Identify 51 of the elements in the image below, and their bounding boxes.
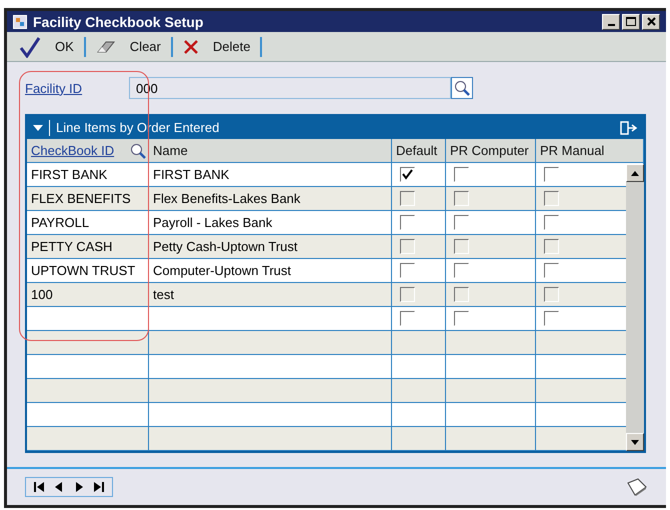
table-cell: test [149, 283, 392, 307]
ok-button[interactable]: OK [13, 34, 80, 60]
checkbox[interactable] [454, 287, 469, 302]
app-icon [13, 14, 27, 29]
minimize-button[interactable] [602, 14, 620, 30]
checkbox[interactable] [400, 191, 415, 206]
table-cell: Computer-Uptown Trust [149, 259, 392, 283]
lookup-button[interactable] [451, 77, 473, 99]
close-icon [646, 17, 656, 26]
checkbox[interactable] [544, 239, 559, 254]
maximize-icon [626, 17, 636, 26]
scroll-up-button[interactable] [626, 164, 644, 182]
down-arrow-icon [631, 440, 639, 444]
table-cell: FLEX BENEFITS [27, 187, 149, 211]
checkbox[interactable] [400, 287, 415, 302]
checkbox[interactable] [454, 239, 469, 254]
table-cell: Payroll - Lakes Bank [149, 211, 392, 235]
table-cell: Petty Cash-Uptown Trust [149, 235, 392, 259]
maximize-button[interactable] [622, 14, 640, 30]
last-icon [93, 481, 105, 493]
minimize-icon [608, 24, 614, 26]
table-cell: PETTY CASH [27, 235, 149, 259]
checkbox[interactable] [454, 191, 469, 206]
up-arrow-icon [631, 170, 639, 176]
search-icon [454, 80, 470, 96]
clear-button[interactable]: Clear [90, 34, 167, 60]
column-header: Name [149, 139, 392, 163]
window-title: Facility Checkbook Setup [33, 14, 204, 30]
checkbox[interactable] [544, 191, 559, 206]
first-icon [33, 481, 45, 493]
delete-x-icon [182, 38, 199, 55]
expand-columns-icon[interactable] [620, 120, 638, 134]
column-header: PR Manual [536, 139, 644, 163]
scroll-down-button[interactable] [626, 433, 644, 451]
checkbox[interactable] [544, 287, 559, 302]
checkbox[interactable] [400, 239, 415, 254]
column-header: Default [392, 139, 446, 163]
search-icon [130, 142, 146, 158]
close-button[interactable] [642, 14, 660, 30]
table-cell: 100 [27, 283, 149, 307]
delete-button[interactable]: Delete [176, 34, 256, 60]
checkmark-icon [402, 169, 413, 180]
checkmark-icon [19, 36, 41, 58]
table-cell: Flex Benefits-Lakes Bank [149, 187, 392, 211]
scrollbar[interactable] [626, 164, 644, 451]
table-cell: FIRST BANK [149, 163, 392, 187]
facility-id-link[interactable]: Facility ID [25, 80, 129, 96]
column-header: PR Computer [446, 139, 536, 163]
left-arrow-icon [53, 481, 65, 493]
dropdown-triangle-icon[interactable] [33, 124, 43, 130]
right-arrow-icon [73, 481, 85, 493]
